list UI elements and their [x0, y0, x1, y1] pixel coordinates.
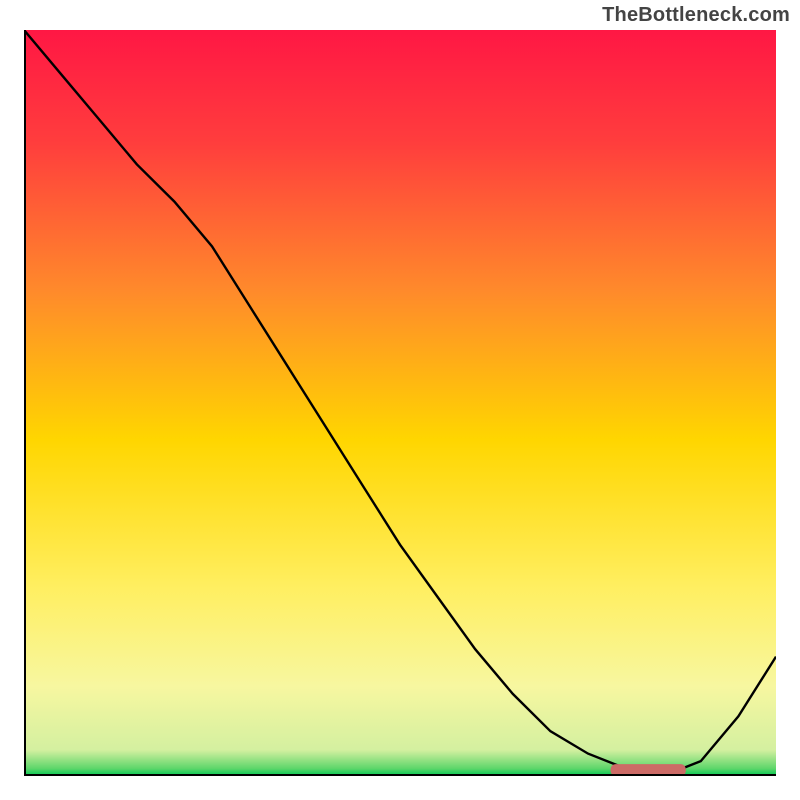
chart-root: TheBottleneck.com	[0, 0, 800, 800]
chart-svg	[24, 30, 776, 776]
watermark-text: TheBottleneck.com	[602, 4, 790, 27]
gradient-background	[24, 30, 776, 776]
plot-area	[24, 30, 776, 776]
